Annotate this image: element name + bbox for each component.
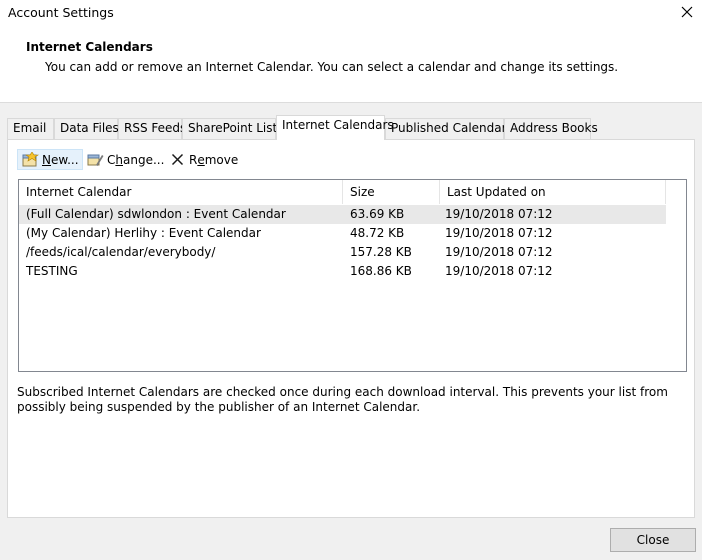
calendar-name: (My Calendar) Herlihy : Event Calendar [26, 226, 261, 240]
table-row[interactable]: (Full Calendar) sdwlondon : Event Calend… [19, 205, 666, 224]
remove-button-pre: R [189, 152, 198, 167]
remove-button[interactable]: Re move [165, 149, 241, 170]
close-button-label: Close [636, 533, 670, 547]
change-settings-icon [86, 151, 104, 169]
calendar-updated: 19/10/2018 07:12 [445, 245, 553, 259]
table-row[interactable]: (My Calendar) Herlihy : Event Calendar 4… [19, 224, 666, 243]
new-calendar-icon [21, 151, 39, 169]
tab-label: Published Calendars [391, 121, 513, 135]
calendar-name: (Full Calendar) sdwlondon : Event Calend… [26, 207, 286, 221]
calendar-list[interactable]: Internet Calendar Size Last Updated on (… [18, 179, 687, 372]
tab-label: SharePoint Lists [188, 121, 284, 135]
header-area: Account Settings Internet Calendars You … [0, 0, 702, 103]
new-button-accel: N [42, 152, 51, 167]
column-header-label: Size [350, 185, 375, 199]
change-button-pre: C [107, 152, 116, 167]
change-button[interactable]: Ch ange... [83, 149, 167, 170]
tab-label: Address Books [510, 121, 598, 135]
tab-label: Email [13, 121, 47, 135]
new-button-label: ew... [50, 152, 79, 167]
window-title: Account Settings [8, 5, 114, 20]
column-header-size[interactable]: Size [343, 180, 440, 204]
close-icon [681, 6, 693, 18]
tab-rss-feeds[interactable]: RSS Feeds [118, 118, 186, 139]
calendar-size: 63.69 KB [350, 207, 405, 221]
new-button[interactable]: New... [17, 149, 83, 170]
calendar-updated: 19/10/2018 07:12 [445, 207, 553, 221]
calendar-updated: 19/10/2018 07:12 [445, 226, 553, 240]
calendar-name: /feeds/ical/calendar/everybody/ [26, 245, 216, 259]
calendar-size: 48.72 KB [350, 226, 405, 240]
tab-email[interactable]: Email [7, 118, 54, 139]
calendar-name: TESTING [26, 264, 78, 278]
tab-label: Data Files [60, 121, 119, 135]
section-title: Internet Calendars [26, 40, 153, 54]
column-header-calendar[interactable]: Internet Calendar [19, 180, 343, 204]
tab-panel: New... Ch ange... Re move Internet Calenda… [7, 139, 695, 518]
table-row[interactable]: TESTING 168.86 KB 19/10/2018 07:12 [19, 262, 666, 281]
change-button-label: ange... [123, 152, 165, 167]
tab-published-calendars[interactable]: Published Calendars [385, 118, 513, 139]
calendar-size: 157.28 KB [350, 245, 412, 259]
info-note: Subscribed Internet Calendars are checke… [17, 385, 668, 414]
table-row[interactable]: /feeds/ical/calendar/everybody/ 157.28 K… [19, 243, 666, 262]
section-description: You can add or remove an Internet Calend… [45, 60, 619, 74]
tab-data-files[interactable]: Data Files [54, 118, 119, 139]
tab-address-books[interactable]: Address Books [504, 118, 598, 139]
remove-button-label: move [204, 152, 239, 167]
tab-internet-calendars[interactable]: Internet Calendars [276, 115, 394, 140]
tab-label: Internet Calendars [282, 118, 394, 132]
tab-sharepoint-lists[interactable]: SharePoint Lists [182, 118, 283, 139]
close-button[interactable]: Close [610, 528, 696, 552]
column-header-label: Internet Calendar [26, 185, 132, 199]
column-header-label: Last Updated on [447, 185, 546, 199]
window-close-button[interactable] [678, 3, 696, 21]
column-header-last-updated[interactable]: Last Updated on [440, 180, 666, 204]
change-button-accel: h [115, 152, 123, 167]
remove-x-icon [168, 151, 186, 169]
calendar-updated: 19/10/2018 07:12 [445, 264, 553, 278]
tab-label: RSS Feeds [124, 121, 187, 135]
remove-button-accel: e [197, 152, 205, 167]
calendar-size: 168.86 KB [350, 264, 412, 278]
